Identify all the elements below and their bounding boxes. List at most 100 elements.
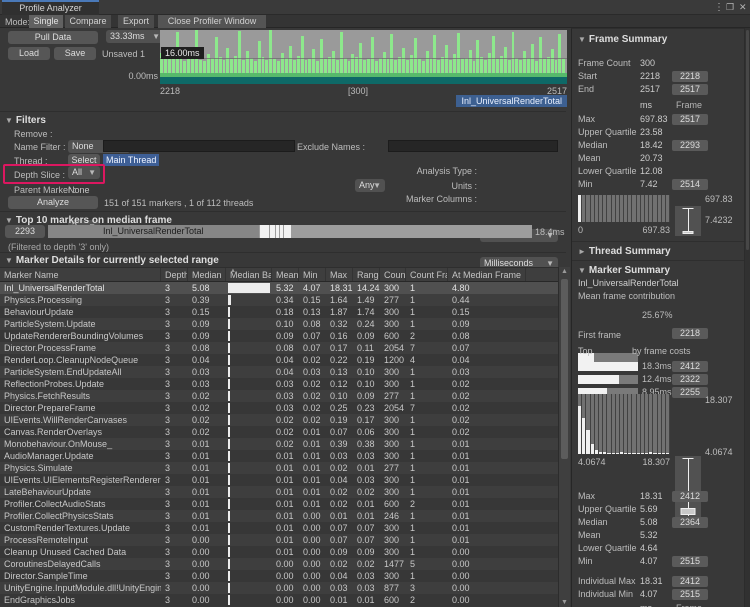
frame-link-button[interactable]: 2517 bbox=[672, 84, 708, 95]
marker-row[interactable]: Inl_UniversalRenderTotal35.085.324.0718.… bbox=[0, 282, 558, 294]
marker-row[interactable]: UIEvents.WillRenderCanvases30.020.020.02… bbox=[0, 414, 558, 426]
column-header-count-frame[interactable]: Count Frame bbox=[406, 268, 448, 281]
marker-row[interactable]: Physics.Processing30.390.340.151.641.492… bbox=[0, 294, 558, 306]
marker-row[interactable]: BehaviourUpdate30.150.180.131.871.743001… bbox=[0, 306, 558, 318]
cell: 300 bbox=[380, 282, 406, 294]
cell: 3 bbox=[161, 366, 188, 378]
median-bar bbox=[228, 535, 230, 545]
column-header-median-bar[interactable]: Median Bar▲ bbox=[226, 268, 272, 281]
marker-row[interactable]: ProcessRemoteInput30.000.010.000.070.073… bbox=[0, 534, 558, 546]
cell bbox=[226, 522, 272, 534]
export-button[interactable]: Export bbox=[118, 15, 154, 28]
frame-bar bbox=[492, 36, 495, 77]
exclude-names-input[interactable] bbox=[388, 140, 558, 152]
marker-row[interactable]: LateBehaviourUpdate30.010.010.010.020.02… bbox=[0, 486, 558, 498]
marker-row[interactable]: AudioManager.Update30.010.010.010.030.03… bbox=[0, 450, 558, 462]
frame-link-button[interactable]: 2515 bbox=[672, 556, 708, 567]
frame-link-button[interactable]: 2412 bbox=[672, 491, 708, 502]
marker-row[interactable]: UpdateRendererBoundingVolumes30.090.090.… bbox=[0, 330, 558, 342]
frame-link-button[interactable]: 2293 bbox=[672, 140, 708, 151]
column-header-min[interactable]: Min bbox=[299, 268, 326, 281]
thread-summary-header[interactable]: ►Thread Summary bbox=[578, 246, 671, 257]
tab-profile-analyzer[interactable]: Profile Analyzer bbox=[2, 0, 99, 15]
marker-row[interactable]: EndGraphicsJobs30.000.000.000.010.016002… bbox=[0, 594, 558, 606]
cell: 0.01 bbox=[272, 486, 299, 498]
save-button[interactable]: Save bbox=[54, 47, 96, 60]
mode-button-single[interactable]: Single bbox=[29, 15, 63, 28]
kebab-menu-icon[interactable]: ⋮ bbox=[714, 2, 724, 13]
load-button[interactable]: Load bbox=[8, 47, 50, 60]
close-profiler-window-button[interactable]: Close Profiler Window bbox=[158, 15, 266, 28]
frame-link-button[interactable]: 2412 bbox=[672, 576, 708, 587]
frame-link-button[interactable]: 2515 bbox=[672, 589, 708, 600]
frame-link-button[interactable]: 2364 bbox=[672, 517, 708, 528]
cell bbox=[226, 498, 272, 510]
right-panel-scrollbar[interactable] bbox=[744, 28, 750, 607]
marker-row[interactable]: Director.SampleTime30.000.000.000.040.03… bbox=[0, 570, 558, 582]
column-header-mean[interactable]: Mean bbox=[272, 268, 299, 281]
frame-scale-dropdown[interactable]: 33.33ms▼ bbox=[106, 30, 164, 43]
maximize-icon[interactable]: ❐ bbox=[726, 2, 734, 13]
frame-link-button[interactable]: 2255 bbox=[672, 387, 708, 398]
selected-marker-badge[interactable]: Inl_UniversalRenderTotal bbox=[456, 95, 567, 107]
frame-link-button[interactable]: 2517 bbox=[672, 114, 708, 125]
marker-row[interactable]: Profiler.CollectAudioStats30.010.010.010… bbox=[0, 498, 558, 510]
marker-row[interactable]: Director.ProcessFrame30.080.080.070.170.… bbox=[0, 342, 558, 354]
frame-summary-header[interactable]: ▼Frame Summary bbox=[578, 34, 667, 45]
marker-row[interactable]: UIEvents.UIElementsRegisterRenderers30.0… bbox=[0, 474, 558, 486]
marker-row[interactable]: Physics.FetchResults30.020.030.020.100.0… bbox=[0, 390, 558, 402]
marker-row[interactable]: Cleanup Unused Cached Data30.000.010.000… bbox=[0, 546, 558, 558]
frame-link-button[interactable]: 2412 bbox=[672, 361, 708, 372]
column-header-range[interactable]: Range bbox=[353, 268, 380, 281]
median-bar bbox=[228, 283, 270, 293]
name-filter-input[interactable] bbox=[103, 140, 295, 152]
frame-time-chart[interactable]: 16.00ms bbox=[160, 30, 567, 84]
marker-row[interactable]: Canvas.RenderOverlays30.020.020.010.070.… bbox=[0, 426, 558, 438]
frame-link-button[interactable]: 2322 bbox=[672, 374, 708, 385]
scroll-down-icon[interactable]: ▼ bbox=[559, 599, 570, 606]
histogram-slot bbox=[658, 195, 661, 222]
first-frame-button[interactable]: 2218 bbox=[672, 328, 708, 339]
top10-bar[interactable]: Inl_UniversalRenderTotal bbox=[48, 225, 532, 238]
cell bbox=[226, 582, 272, 594]
frame-link-button[interactable]: 2218 bbox=[672, 71, 708, 82]
mode-button-compare[interactable]: Compare bbox=[65, 15, 111, 28]
column-header-depth[interactable]: Depth bbox=[161, 268, 188, 281]
marker-details-section-header[interactable]: ▼Marker Details for currently selected r… bbox=[5, 255, 219, 266]
marker-table-header[interactable]: Marker NameDepthMedianMedian Bar▲MeanMin… bbox=[0, 267, 558, 282]
marker-row[interactable]: UnityEngine.InputModule.dll!UnityEngineI… bbox=[0, 582, 558, 594]
column-header-marker-name[interactable]: Marker Name bbox=[0, 268, 161, 281]
column-header-at-median-frame[interactable]: At Median Frame bbox=[448, 268, 526, 281]
cell: 0.02 bbox=[299, 402, 326, 414]
scrollbar-thumb[interactable] bbox=[561, 279, 568, 459]
filters-section-header[interactable]: ▼Filters bbox=[5, 115, 46, 126]
marker-row[interactable]: ReflectionProbes.Update30.030.030.020.12… bbox=[0, 378, 558, 390]
frame-summary-stat-row: Mean20.73 bbox=[572, 152, 750, 165]
marker-row[interactable]: ParticleSystem.Update30.090.100.080.320.… bbox=[0, 318, 558, 330]
marker-row[interactable]: RenderLoop.CleanupNodeQueue30.040.040.02… bbox=[0, 354, 558, 366]
scrollbar-thumb[interactable] bbox=[746, 30, 749, 250]
histogram-bar bbox=[641, 453, 644, 454]
cell: 3 bbox=[161, 426, 188, 438]
marker-row[interactable]: CoroutinesDelayedCalls30.000.000.000.020… bbox=[0, 558, 558, 570]
close-icon[interactable]: ✕ bbox=[739, 2, 747, 13]
marker-table-scrollbar[interactable]: ▲ ▼ bbox=[558, 267, 570, 607]
column-header-median[interactable]: Median bbox=[188, 268, 226, 281]
marker-row[interactable]: Profiler.CollectPhysicsStats30.010.010.0… bbox=[0, 510, 558, 522]
frame-link-button[interactable]: 2514 bbox=[672, 179, 708, 190]
marker-summary-header[interactable]: ▼Marker Summary bbox=[578, 265, 670, 276]
marker-row[interactable]: Director.PrepareFrame30.020.030.020.250.… bbox=[0, 402, 558, 414]
cell: 0.00 bbox=[448, 558, 526, 570]
marker-row[interactable]: ParticleSystem.EndUpdateAll30.030.040.03… bbox=[0, 366, 558, 378]
histogram-bar bbox=[612, 453, 615, 454]
marker-table-body: Inl_UniversalRenderTotal35.085.324.0718.… bbox=[0, 282, 558, 606]
top10-frame-button[interactable]: 2293 bbox=[5, 225, 45, 238]
marker-row[interactable]: Physics.Simulate30.010.010.010.020.01277… bbox=[0, 462, 558, 474]
scroll-up-icon[interactable]: ▲ bbox=[559, 268, 570, 275]
column-header-max[interactable]: Max bbox=[326, 268, 353, 281]
marker-row[interactable]: Monobehaviour.OnMouse_30.010.020.010.390… bbox=[0, 438, 558, 450]
column-header-count[interactable]: Count bbox=[380, 268, 406, 281]
marker-row[interactable]: CustomRenderTextures.Update30.010.010.00… bbox=[0, 522, 558, 534]
analyze-button[interactable]: Analyze bbox=[8, 196, 98, 209]
pull-data-button[interactable]: Pull Data bbox=[8, 31, 98, 44]
